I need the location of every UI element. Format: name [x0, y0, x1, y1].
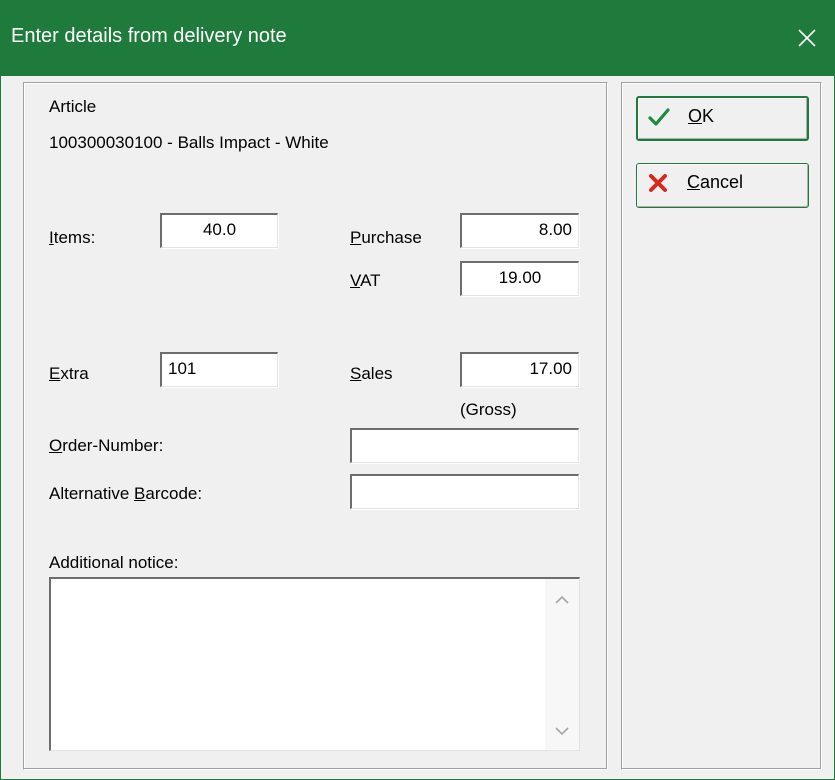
red-x-icon	[649, 174, 667, 192]
purchase-label-hotkey: P	[350, 228, 362, 247]
extra-label-hotkey: E	[49, 364, 61, 383]
alt-barcode-label: Alternative Barcode:	[49, 484, 202, 504]
ok-button[interactable]: OK	[636, 96, 809, 141]
title-bar[interactable]: Enter details from delivery note	[1, 0, 835, 76]
notice-textarea[interactable]	[49, 577, 580, 751]
ok-button-label: OK	[688, 106, 714, 127]
order-number-label-hotkey: O	[49, 436, 63, 455]
items-label-text: tems:	[53, 228, 96, 247]
vat-label-text: AT	[360, 271, 381, 290]
order-number-label: Order-Number:	[49, 436, 163, 456]
order-number-input[interactable]	[350, 428, 579, 463]
cancel-button-label: Cancel	[687, 172, 743, 193]
close-button[interactable]	[778, 0, 835, 76]
sales-label: Sales	[350, 364, 393, 384]
vat-label: VAT	[350, 271, 381, 291]
notice-label: Additional notice:	[49, 553, 179, 572]
close-icon	[798, 29, 816, 47]
ok-rest: K	[702, 106, 715, 126]
items-input[interactable]: 40.0	[160, 213, 278, 248]
sales-label-text: ales	[361, 364, 393, 383]
notice-scrollbar[interactable]	[545, 579, 579, 750]
cancel-button[interactable]: Cancel	[636, 163, 809, 208]
alt-barcode-label-prefix: Alternative	[49, 484, 135, 503]
alt-barcode-label-hotkey: B	[134, 484, 146, 503]
items-label: Items:	[49, 228, 95, 248]
extra-input[interactable]: 101	[160, 352, 278, 387]
extra-label: Extra	[49, 364, 89, 384]
cancel-hotkey: C	[687, 172, 700, 192]
vat-label-hotkey: V	[350, 271, 361, 290]
scroll-up-icon[interactable]	[555, 595, 569, 605]
purchase-label: Purchase	[350, 228, 422, 248]
purchase-label-text: urchase	[361, 228, 422, 247]
window-title: Enter details from delivery note	[11, 25, 287, 47]
gross-note: (Gross)	[460, 400, 517, 419]
alt-barcode-label-text: arcode:	[145, 484, 203, 503]
sales-input[interactable]: 17.00	[460, 352, 579, 387]
alt-barcode-input[interactable]	[350, 474, 579, 509]
checkmark-icon	[648, 108, 670, 126]
extra-label-text: xtra	[60, 364, 89, 383]
article-value: 100300030100 - Balls Impact - White	[49, 133, 329, 152]
cancel-rest: ancel	[700, 172, 744, 192]
sales-label-hotkey: S	[350, 364, 362, 383]
article-label: Article	[49, 97, 97, 116]
purchase-input[interactable]: 8.00	[460, 213, 579, 248]
order-number-label-text: rder-Number:	[62, 436, 164, 455]
scroll-down-icon[interactable]	[555, 726, 569, 736]
vat-input[interactable]: 19.00	[460, 261, 579, 296]
ok-hotkey: O	[688, 106, 703, 126]
dialog-window: Enter details from delivery note Article…	[0, 0, 835, 780]
